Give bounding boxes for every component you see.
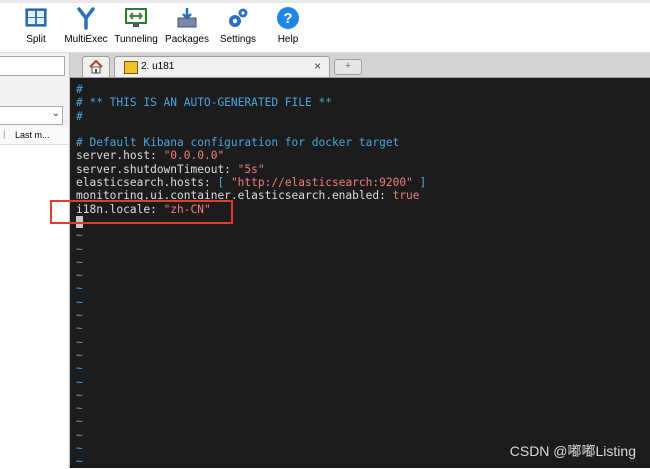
new-tab-button[interactable]: + xyxy=(334,59,362,75)
vim-empty-line-tilde: ~ xyxy=(76,269,83,283)
vim-empty-line-tilde: ~ xyxy=(76,442,83,456)
multiexec-fork-icon xyxy=(77,7,95,30)
packages-button[interactable]: Packages xyxy=(165,6,209,50)
terminal-text: # xyxy=(76,83,83,96)
terminal-text: "0.0.0.0" xyxy=(163,149,225,163)
terminal-text: # ** THIS IS AN AUTO-GENERATED FILE ** xyxy=(76,96,332,110)
vim-empty-line-tilde: ~ xyxy=(76,428,83,442)
home-icon xyxy=(89,59,103,74)
tab-bar: 2. u181 × + xyxy=(70,53,650,78)
terminal-text: elasticsearch.hosts: xyxy=(76,176,218,190)
terminal-text: server.shutdownTimeout: xyxy=(76,162,238,176)
terminal-line: # xyxy=(76,110,426,123)
settings-gears-icon xyxy=(229,8,248,27)
vim-empty-line-tilde: ~ xyxy=(76,362,83,376)
vim-empty-line-tilde: ~ xyxy=(76,255,83,269)
tab-title: 2. u181 xyxy=(141,61,175,72)
split-label: Split xyxy=(26,34,46,45)
file-list[interactable] xyxy=(0,145,68,468)
main-toolbar: Split MultiExec Tunneling Packages Setti… xyxy=(0,0,650,53)
vim-empty-line-tilde: ~ xyxy=(76,229,83,243)
file-list-header: | Last m... xyxy=(0,126,68,145)
packages-download-icon xyxy=(177,8,197,28)
session-icon xyxy=(124,61,138,74)
watermark: CSDN @嘟嘟Listing xyxy=(509,443,636,459)
multiexec-label: MultiExec xyxy=(64,34,108,45)
help-label: Help xyxy=(277,34,299,45)
vim-empty-line-tilde: ~ xyxy=(76,335,83,349)
vim-empty-line-tilde: ~ xyxy=(76,375,83,389)
terminal-text: ] xyxy=(412,176,427,190)
terminal-line: # Default Kibana configuration for docke… xyxy=(76,136,426,149)
terminal-lines: # # ** THIS IS AN AUTO-GENERATED FILE ** #… xyxy=(76,83,426,469)
home-tab[interactable] xyxy=(82,56,110,77)
vim-empty-line-tilde: ~ xyxy=(76,322,83,336)
terminal-text: server.host: xyxy=(76,149,164,163)
terminal-line: elasticsearch.hosts: [ "http://elasticse… xyxy=(76,176,426,189)
vim-empty-line-tilde: ~ xyxy=(76,282,83,296)
column-header-last-modified[interactable]: Last m... xyxy=(15,130,50,140)
terminal-line: server.host: "0.0.0.0" xyxy=(76,149,426,162)
sidebar-path-dropdown[interactable]: ⌄ xyxy=(0,106,63,125)
vim-empty-line-tilde: ~ xyxy=(76,309,83,323)
help-button[interactable]: ? Help xyxy=(274,6,302,50)
highlight-annotation-box xyxy=(50,200,233,224)
tab-session-u181[interactable]: 2. u181 × xyxy=(114,56,330,77)
terminal-line: server.shutdownTimeout: "5s" xyxy=(76,163,426,176)
split-grid-icon xyxy=(25,8,47,27)
tunneling-label: Tunneling xyxy=(114,34,158,45)
chevron-down-icon: ⌄ xyxy=(51,108,60,119)
settings-label: Settings xyxy=(219,34,257,45)
vim-empty-line-tilde: ~ xyxy=(76,242,83,256)
packages-label: Packages xyxy=(165,34,209,45)
vim-empty-line-tilde: ~ xyxy=(76,388,83,402)
terminal-text: # Default Kibana configuration for docke… xyxy=(76,136,400,150)
close-icon[interactable]: × xyxy=(314,59,321,73)
vim-empty-line-tilde: ~ xyxy=(76,295,83,309)
vim-empty-line-tilde: ~ xyxy=(76,455,83,469)
split-button[interactable]: Split xyxy=(22,6,50,50)
column-separator: | xyxy=(3,129,6,139)
svg-text:?: ? xyxy=(283,10,292,27)
multiexec-button[interactable]: MultiExec xyxy=(64,6,108,50)
terminal-text: true xyxy=(392,189,420,203)
tunneling-icon xyxy=(125,8,147,27)
vim-empty-line-tilde: ~ xyxy=(76,348,83,362)
terminal-text: "http://elasticsearch:9200" xyxy=(230,176,413,190)
vim-empty-line-tilde: ~ xyxy=(76,415,83,429)
tunneling-button[interactable]: Tunneling xyxy=(114,6,158,50)
terminal-line: # ** THIS IS AN AUTO-GENERATED FILE ** xyxy=(76,96,426,109)
terminal-text: [ xyxy=(217,176,231,190)
terminal-view[interactable]: # # ** THIS IS AN AUTO-GENERATED FILE ** #… xyxy=(70,78,650,468)
help-question-icon: ? xyxy=(277,7,299,29)
terminal-text: "5s" xyxy=(237,162,265,176)
vim-empty-line-tilde: ~ xyxy=(76,402,83,416)
settings-button[interactable]: Settings xyxy=(218,6,258,50)
sessions-sidebar: ⌄ | Last m... xyxy=(0,53,70,468)
terminal-text: # xyxy=(76,109,83,123)
terminal-line: # xyxy=(76,83,426,96)
toolbar-top-border xyxy=(0,0,650,3)
sidebar-search-input[interactable] xyxy=(0,56,65,76)
